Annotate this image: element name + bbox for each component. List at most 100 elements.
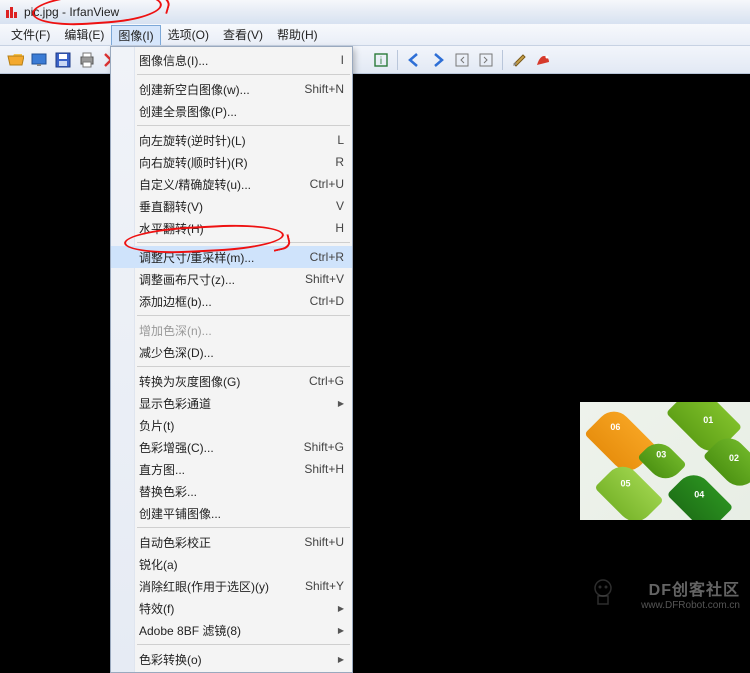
menu-item[interactable]: 图像信息(I)... I (111, 49, 352, 71)
menu-item-label: 直方图... (139, 461, 294, 478)
menu-item-label: 调整画布尺寸(z)... (139, 271, 295, 288)
menu-item-label: 转换为灰度图像(G) (139, 373, 299, 390)
menu-item-label: 显示色彩通道 (139, 395, 332, 412)
open-icon[interactable] (4, 49, 26, 71)
menu-item-shortcut: H (335, 221, 344, 235)
menu-item-label: 创建全景图像(P)... (139, 103, 344, 120)
menu-options[interactable]: 选项(O) (161, 24, 216, 45)
menu-item[interactable]: 替换色彩... (111, 480, 352, 502)
menu-item-label: 向右旋转(顺时针)(R) (139, 154, 325, 171)
menu-item-label: 负片(t) (139, 417, 344, 434)
menu-item[interactable]: 直方图... Shift+H (111, 458, 352, 480)
toolbar-separator (502, 50, 503, 70)
menu-item-label: 创建平铺图像... (139, 505, 344, 522)
menu-item-label: 消除红眼(作用于选区)(y) (139, 578, 295, 595)
titlebar: pic.jpg - IrfanView (0, 0, 750, 24)
leaf-number: 04 (694, 490, 704, 500)
menu-item-shortcut: Shift+Y (305, 579, 344, 593)
menu-item-shortcut: Ctrl+G (309, 374, 344, 388)
menu-item-shortcut: Shift+N (304, 82, 344, 96)
svg-text:i: i (380, 56, 382, 67)
menu-item-label: 水平翻转(H) (139, 220, 325, 237)
prev-icon[interactable] (403, 49, 425, 71)
watermark-brand: DF创客社区 (641, 581, 740, 600)
menu-item-label: 垂直翻转(V) (139, 198, 326, 215)
menu-item[interactable]: 调整画布尺寸(z)... Shift+V (111, 268, 352, 290)
menu-item[interactable]: 向右旋转(顺时针)(R) R (111, 151, 352, 173)
menu-item-label: 添加边框(b)... (139, 293, 300, 310)
menu-item-label: 调整尺寸/重采样(m)... (139, 249, 300, 266)
save-icon[interactable] (52, 49, 74, 71)
print-icon[interactable] (76, 49, 98, 71)
image-menu-dropdown: 图像信息(I)... I 创建新空白图像(w)... Shift+N 创建全景图像(P)… (110, 46, 353, 673)
menu-item[interactable]: 自动色彩校正 Shift+U (111, 531, 352, 553)
menu-item-label: 锐化(a) (139, 556, 344, 573)
menu-item[interactable]: 创建平铺图像... (111, 502, 352, 524)
settings-icon[interactable] (508, 49, 530, 71)
menu-item-label: 增加色深(n)... (139, 322, 344, 339)
menu-item[interactable]: 创建新空白图像(w)... Shift+N (111, 78, 352, 100)
menu-item-label: 减少色深(D)... (139, 344, 344, 361)
menu-item[interactable]: 特效(f) (111, 597, 352, 619)
menu-image[interactable]: 图像(I) (111, 25, 160, 45)
toolbar-separator (397, 50, 398, 70)
robot-icon (586, 574, 620, 608)
menu-item[interactable]: 锐化(a) (111, 553, 352, 575)
leaf-number: 01 (703, 415, 713, 425)
menu-item-shortcut: I (341, 53, 344, 67)
menu-item-label: 特效(f) (139, 600, 332, 617)
menu-item[interactable]: 水平翻转(H) H (111, 217, 352, 239)
menubar: 文件(F) 编辑(E) 图像(I) 选项(O) 查看(V) 帮助(H) (0, 24, 750, 46)
menu-help[interactable]: 帮助(H) (270, 24, 325, 45)
watermark: DF创客社区 www.DFRobot.com.cn (641, 581, 740, 612)
menu-item-label: 替换色彩... (139, 483, 344, 500)
leaf-number: 05 (620, 478, 630, 488)
menu-file[interactable]: 文件(F) (4, 24, 57, 45)
menu-item-label: 自动色彩校正 (139, 534, 294, 551)
menu-item-shortcut: L (337, 133, 344, 147)
menu-item[interactable]: 色彩增强(C)... Shift+G (111, 436, 352, 458)
menu-item: 增加色深(n)... (111, 319, 352, 341)
menu-item[interactable]: 调整尺寸/重采样(m)...Ctrl+R (111, 246, 352, 268)
menu-item[interactable]: 色彩转换(o) (111, 648, 352, 670)
menu-item[interactable]: 向左旋转(逆时针)(L) L (111, 129, 352, 151)
menu-item-label: 创建新空白图像(w)... (139, 81, 294, 98)
menu-item[interactable]: 转换为灰度图像(G) Ctrl+G (111, 370, 352, 392)
menu-item[interactable]: Adobe 8BF 滤镜(8) (111, 619, 352, 641)
menu-item[interactable]: 自定义/精确旋转(u)...Ctrl+U (111, 173, 352, 195)
menu-item[interactable]: 显示色彩通道 (111, 392, 352, 414)
menu-item[interactable]: 减少色深(D)... (111, 341, 352, 363)
first-icon[interactable] (451, 49, 473, 71)
menu-item-label: 色彩增强(C)... (139, 439, 294, 456)
menu-item-shortcut: Shift+U (304, 535, 344, 549)
menu-item[interactable]: 垂直翻转(V) V (111, 195, 352, 217)
irfanview-icon[interactable] (532, 49, 554, 71)
next-icon[interactable] (427, 49, 449, 71)
slideshow-icon[interactable] (28, 49, 50, 71)
menu-item[interactable]: 创建全景图像(P)... (111, 100, 352, 122)
menu-item[interactable]: 负片(t) (111, 414, 352, 436)
menu-edit[interactable]: 编辑(E) (57, 24, 111, 45)
watermark-url: www.DFRobot.com.cn (641, 600, 740, 612)
menu-item-shortcut: Shift+V (305, 272, 344, 286)
leaf-number: 03 (656, 450, 666, 460)
menu-item-label: 色彩转换(o) (139, 651, 332, 668)
sample-image: 06 01 05 02 04 03 (580, 402, 750, 520)
menu-item[interactable]: 添加边框(b)... Ctrl+D (111, 290, 352, 312)
menu-view[interactable]: 查看(V) (216, 24, 270, 45)
menu-item-label: 自定义/精确旋转(u)... (139, 176, 300, 193)
menu-item-label: 向左旋转(逆时针)(L) (139, 132, 327, 149)
menu-item-shortcut: Ctrl+D (310, 294, 344, 308)
menu-item-shortcut: R (335, 155, 344, 169)
leaf-number: 06 (610, 422, 620, 432)
info-icon[interactable]: i (370, 49, 392, 71)
app-icon (4, 4, 20, 20)
menu-item-label: 图像信息(I)... (139, 52, 331, 69)
menu-item-label: Adobe 8BF 滤镜(8) (139, 622, 332, 639)
last-icon[interactable] (475, 49, 497, 71)
menu-item-shortcut: Shift+H (304, 462, 344, 476)
menu-item-shortcut: V (336, 199, 344, 213)
leaf-number: 02 (729, 453, 739, 463)
menu-item[interactable]: 消除红眼(作用于选区)(y) Shift+Y (111, 575, 352, 597)
menu-item-shortcut: Shift+G (304, 440, 344, 454)
